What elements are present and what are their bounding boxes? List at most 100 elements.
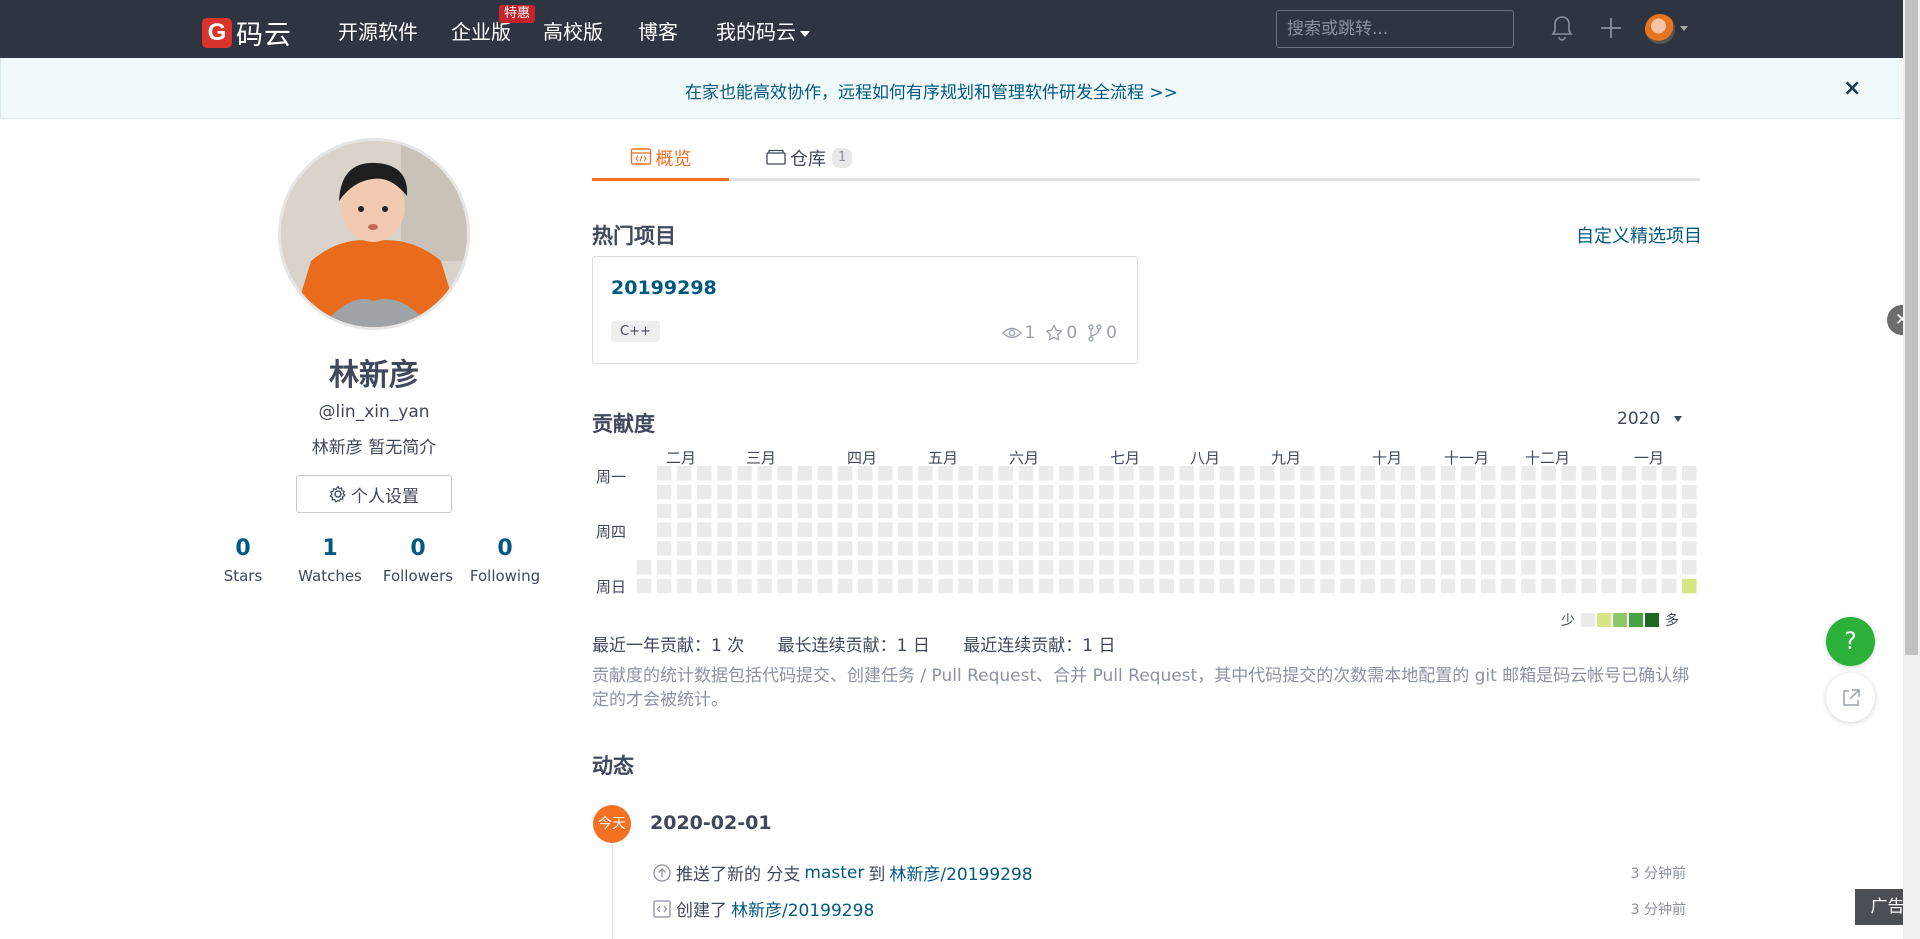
heatmap-cell (1400, 484, 1416, 500)
heatmap-cell (898, 503, 913, 519)
heatmap-cell (1541, 484, 1556, 500)
heatmap-cell (1460, 484, 1476, 500)
heatmap-cell (797, 578, 813, 594)
heatmap-cell (1300, 541, 1315, 556)
activity-date: 2020-02-01 (650, 812, 772, 834)
heatmap-cell (1199, 560, 1215, 575)
heatmap-cell (1139, 541, 1154, 556)
heatmap-cell (1621, 466, 1637, 481)
search-input[interactable] (1276, 10, 1514, 48)
stat-watches[interactable]: 1 Watches (287, 536, 373, 585)
stat-stars[interactable]: 0 Stars (200, 536, 286, 585)
heatmap-cell (1420, 484, 1436, 500)
heatmap-cell (1440, 560, 1456, 575)
heatmap-cell (958, 503, 973, 519)
heatmap-cell (857, 541, 873, 556)
recent-streak: 最近连续贡献：1 日 (963, 636, 1116, 656)
eye-icon (1001, 327, 1022, 339)
heatmap-cell (1058, 578, 1074, 594)
heatmap-cell (837, 503, 853, 519)
branch-link[interactable]: master (804, 863, 864, 883)
nav-my-gitee[interactable]: 我的码云 (716, 16, 810, 45)
heatmap-cell (918, 484, 933, 500)
activity-text: 推送了新的 分支 (676, 865, 801, 885)
watch-count[interactable]: 1 (1001, 323, 1035, 343)
site-logo[interactable]: G 码云 (202, 13, 292, 52)
help-button[interactable]: ? (1826, 617, 1875, 666)
heatmap-cell (1300, 466, 1315, 481)
heatmap-cell (677, 578, 692, 594)
stat-value: 0 (235, 536, 251, 561)
heatmap-cell (677, 466, 692, 481)
heatmap-cell (1641, 541, 1657, 556)
heatmap-cell (978, 522, 993, 537)
scrollbar-thumb[interactable] (1905, 0, 1918, 655)
heatmap-cell (998, 484, 1014, 500)
month-label: 九月 (1271, 449, 1302, 467)
heatmap-cell (1179, 578, 1194, 594)
heatmap-cell (1400, 503, 1416, 519)
heatmap-cell (1420, 578, 1436, 594)
project-name[interactable]: 20199298 (611, 277, 717, 299)
profile-settings-button[interactable]: 个人设置 (296, 475, 452, 513)
heatmap-cell (797, 466, 813, 481)
heatmap-cell (878, 522, 893, 537)
longest-streak: 最长连续贡献：1 日 (777, 636, 930, 656)
heatmap-cell (697, 541, 712, 556)
star-count[interactable]: 0 (1045, 323, 1077, 343)
heatmap-cell (777, 503, 792, 519)
heatmap-cell (1561, 484, 1576, 500)
heatmap-cell (1058, 484, 1074, 500)
heatmap-cell (697, 466, 712, 481)
bell-icon[interactable] (1551, 14, 1573, 46)
heatmap-cell (1159, 503, 1174, 519)
repo-link[interactable]: 林新彦/20199298 (731, 896, 874, 921)
nav-blog[interactable]: 博客 (638, 16, 678, 45)
heatmap-cell (1320, 578, 1335, 594)
repo-link[interactable]: 林新彦/20199298 (889, 860, 1032, 885)
heatmap-cell (697, 484, 712, 500)
heatmap-cell (1259, 541, 1275, 556)
share-button[interactable] (1826, 673, 1875, 722)
nav-open-source[interactable]: 开源软件 (338, 16, 418, 45)
chevron-down-icon[interactable] (1680, 26, 1688, 31)
nav-university[interactable]: 高校版 (543, 16, 603, 45)
year-select[interactable]: 2020 (1617, 409, 1683, 429)
heatmap-cell (1079, 484, 1094, 500)
close-icon[interactable]: × (1843, 76, 1861, 101)
legend-swatch (1645, 613, 1659, 627)
heatmap-cell (697, 560, 712, 575)
heatmap-cell (656, 466, 672, 481)
heatmap-cell (817, 466, 833, 481)
heatmap-cell (1280, 541, 1295, 556)
stat-value: 1 (322, 536, 338, 561)
heatmap-cell (998, 466, 1014, 481)
stat-following[interactable]: 0 Following (462, 536, 548, 585)
yearly-contributions: 最近一年贡献：1 次 (592, 636, 745, 656)
plus-icon[interactable] (1598, 14, 1624, 46)
heatmap-cell (1440, 522, 1456, 537)
heatmap-cell (1099, 541, 1114, 556)
heatmap-cell (1481, 541, 1496, 556)
stat-followers[interactable]: 0 Followers (375, 536, 461, 585)
heatmap-cell (757, 484, 772, 500)
contribution-heatmap (636, 466, 1697, 594)
heatmap-cell (777, 522, 792, 537)
month-label: 十月 (1372, 449, 1403, 467)
activity-time: 3 分钟前 (1630, 901, 1686, 918)
profile-handle: @lin_xin_yan (318, 402, 430, 422)
heatmap-cell (1360, 541, 1375, 556)
heatmap-cell (1561, 466, 1576, 481)
heatmap-cell (898, 484, 913, 500)
user-avatar[interactable] (1645, 14, 1675, 44)
heatmap-cell (717, 466, 732, 481)
project-card[interactable]: 20199298 C++ 1 0 0 (592, 256, 1138, 364)
month-label: 三月 (746, 449, 777, 467)
announcement-link[interactable]: 在家也能高效协作，远程如何有序规划和管理软件研发全流程 >> (685, 78, 1178, 103)
heatmap-cell (1661, 560, 1677, 575)
tab-repositories[interactable]: 仓库 1 (765, 145, 853, 181)
tab-overview[interactable]: 概览 (592, 145, 729, 181)
customize-projects-link[interactable]: 自定义精选项目 (1576, 222, 1702, 248)
heatmap-cell (1340, 522, 1355, 537)
fork-count[interactable]: 0 (1087, 323, 1117, 343)
